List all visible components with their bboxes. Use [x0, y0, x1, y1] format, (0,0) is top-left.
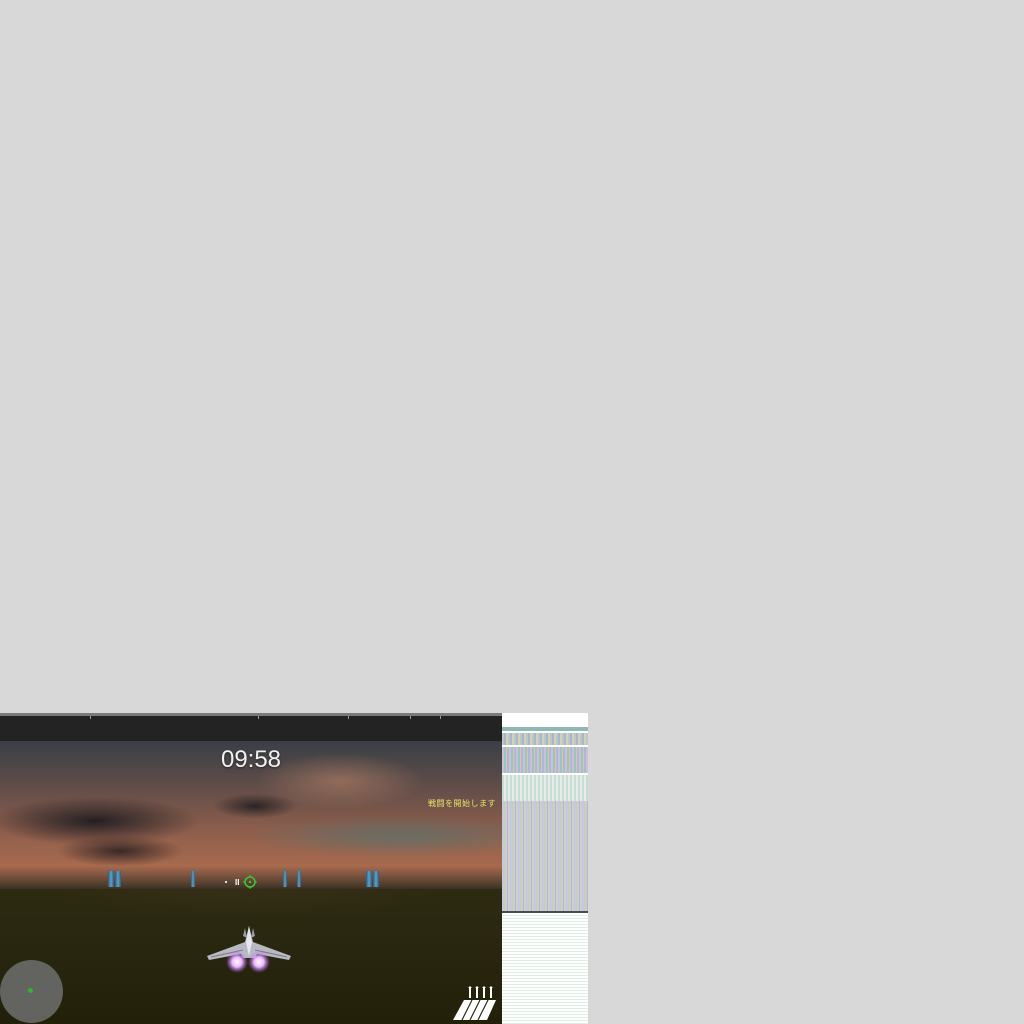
game-window: 09:58 戦闘を開始します II [0, 713, 588, 1024]
radar-player-blip [28, 988, 33, 993]
player-jet [207, 926, 291, 973]
enemy-tower [115, 871, 121, 887]
missile-ammo-icon [453, 986, 496, 1021]
pause-button[interactable]: II [235, 878, 239, 887]
side-ad-panel [502, 713, 588, 1024]
enemy-tower [283, 871, 287, 887]
enemy-tower [297, 871, 301, 887]
mission-timer: 09:58 [220, 746, 282, 773]
crosshair-icon [243, 875, 257, 889]
enemy-tower [366, 871, 372, 887]
enemy-tower [108, 871, 114, 887]
target-marker [225, 881, 227, 883]
enemy-tower [191, 871, 195, 887]
enemy-tower [373, 871, 379, 887]
mission-message: 戦闘を開始します [428, 799, 496, 808]
window-top-bar [0, 713, 502, 741]
game-viewport[interactable]: 09:58 戦闘を開始します II [0, 741, 502, 1024]
radar-minimap [0, 960, 63, 1023]
